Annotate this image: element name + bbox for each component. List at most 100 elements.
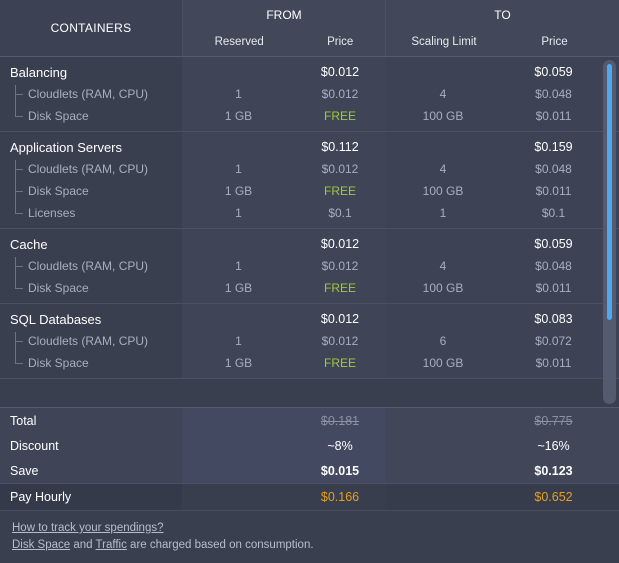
resource-from-price: $0.012 [321,259,359,273]
summary-row: Total $0.181 $0.775 [0,408,619,433]
summary-to-value: $0.775 [534,413,573,428]
resource-to-price: $0.048 [535,259,572,273]
how-to-track-spendings-link[interactable]: How to track your spendings? [12,522,164,534]
resource-to-qty: 100 GB [422,109,464,123]
resource-from-price: FREE [323,184,356,198]
resource-to-price: $0.1 [541,206,566,220]
header-from-title: FROM [266,8,302,22]
resource-from-qty: 1 [235,87,242,101]
containers-list: Balancing $0.012 $0.059 Cloudlets (RAM, CPU… [0,57,619,379]
resource-name: Disk Space [0,109,182,123]
resource-name: Cloudlets (RAM, CPU) [0,87,182,101]
group-from-price: $0.012 [320,237,360,251]
resource-from-price: $0.1 [328,206,352,220]
traffic-link[interactable]: Traffic [96,539,127,551]
group-header-row[interactable]: SQL Databases $0.012 $0.083 [0,308,619,330]
header-to-price: Price [541,36,568,48]
group-name: Application Servers [10,139,122,155]
resource-row[interactable]: Cloudlets (RAM, CPU) 1 $0.012 4 $0.048 [0,255,619,277]
header-group-to: TO Scaling Limit Price [385,0,619,56]
resource-from-price: FREE [323,109,356,123]
container-group: Application Servers $0.112 $0.159 Cloudlets… [0,132,619,229]
resource-from-price: $0.012 [321,162,359,176]
resource-to-price: $0.011 [535,356,572,370]
resource-to-price: $0.072 [535,334,572,348]
resource-from-qty: 1 GB [224,281,253,295]
resource-from-price: $0.012 [321,334,359,348]
summary-label: Discount [10,438,59,453]
summary-label: Total [10,413,37,428]
group-header-row[interactable]: Balancing $0.012 $0.059 [0,61,619,83]
group-from-price: $0.112 [321,140,359,154]
resource-name: Disk Space [0,184,182,198]
containers-scroll-area[interactable]: Balancing $0.012 $0.059 Cloudlets (RAM, CPU… [0,57,619,407]
group-header-row[interactable]: Application Servers $0.112 $0.159 [0,136,619,158]
summary-from-value: $0.015 [320,463,360,478]
resource-from-qty: 1 [235,206,242,220]
resource-to-qty: 6 [439,334,447,348]
resource-name: Cloudlets (RAM, CPU) [0,334,182,348]
group-to-price: $0.059 [534,65,573,79]
resource-to-qty: 4 [439,259,447,273]
group-name: Cache [10,236,48,252]
summary-row: Save $0.015 $0.123 [0,458,619,483]
summary-to-value: ~16% [537,438,570,453]
resource-from-qty: 1 GB [224,109,253,123]
group-from-price: $0.012 [320,312,360,326]
header-containers-label: CONTAINERS [0,0,182,56]
resource-from-qty: 1 GB [224,356,253,370]
group-name: Balancing [10,64,68,80]
resource-to-qty: 100 GB [422,356,464,370]
summary-row: Pay Hourly $0.166 $0.652 [0,483,619,510]
header-to-scaling-limit: Scaling Limit [411,36,477,48]
resource-name: Licenses [0,206,182,220]
container-group: Balancing $0.012 $0.059 Cloudlets (RAM, CPU… [0,57,619,132]
resource-to-price: $0.011 [535,184,572,198]
resource-row[interactable]: Cloudlets (RAM, CPU) 1 $0.012 4 $0.048 [0,83,619,105]
resource-from-qty: 1 [235,334,242,348]
resource-to-qty: 4 [439,87,447,101]
resource-name: Disk Space [0,281,182,295]
group-to-price: $0.083 [534,312,573,326]
header-from-reserved: Reserved [214,36,264,48]
footer-line-1: How to track your spendings? [12,520,619,537]
scrollbar-thumb[interactable] [607,64,612,320]
resource-from-qty: 1 [235,162,242,176]
summary-row: Discount ~8% ~16% [0,433,619,458]
group-to-price: $0.059 [534,237,573,251]
table-header: CONTAINERS FROM Reserved Price TO Scalin… [0,0,619,57]
resource-row[interactable]: Cloudlets (RAM, CPU) 1 $0.012 4 $0.048 [0,158,619,180]
footer-and-text: and [70,539,96,551]
resource-from-price: FREE [323,356,356,370]
resource-to-price: $0.011 [535,109,572,123]
resource-from-price: $0.012 [321,87,359,101]
header-to-title: TO [494,8,511,22]
group-header-row[interactable]: Cache $0.012 $0.059 [0,233,619,255]
resource-to-price: $0.048 [535,87,572,101]
container-group: Cache $0.012 $0.059 Cloudlets (RAM, CPU) 1 $0… [0,229,619,304]
group-from-price: $0.012 [320,65,360,79]
resource-row[interactable]: Licenses 1 $0.1 1 $0.1 [0,202,619,224]
resource-to-price: $0.048 [535,162,572,176]
summary-label: Pay Hourly [10,490,72,504]
resource-row[interactable]: Disk Space 1 GB FREE 100 GB $0.011 [0,277,619,299]
resource-row[interactable]: Cloudlets (RAM, CPU) 1 $0.012 6 $0.072 [0,330,619,352]
header-group-from: FROM Reserved Price [182,0,385,56]
resource-to-price: $0.011 [535,281,572,295]
resource-to-qty: 4 [439,162,447,176]
footer-notes: How to track your spendings? Disk Space … [0,510,619,551]
resource-row[interactable]: Disk Space 1 GB FREE 100 GB $0.011 [0,180,619,202]
footer-tail-text: are charged based on consumption. [126,539,314,551]
summary-from-value: ~8% [327,438,353,453]
resource-name: Cloudlets (RAM, CPU) [0,259,182,273]
footer-line-2: Disk Space and Traffic are charged based… [12,537,619,554]
summary-section: Total $0.181 $0.775 Discount ~8% ~16% Save $0.0… [0,407,619,510]
summary-from-value: $0.166 [320,490,360,504]
resource-from-qty: 1 [235,259,242,273]
resource-to-qty: 100 GB [422,281,464,295]
resource-name: Disk Space [0,356,182,370]
resource-row[interactable]: Disk Space 1 GB FREE 100 GB $0.011 [0,105,619,127]
resource-row[interactable]: Disk Space 1 GB FREE 100 GB $0.011 [0,352,619,374]
disk-space-link[interactable]: Disk Space [12,539,70,551]
summary-label: Save [10,463,39,478]
